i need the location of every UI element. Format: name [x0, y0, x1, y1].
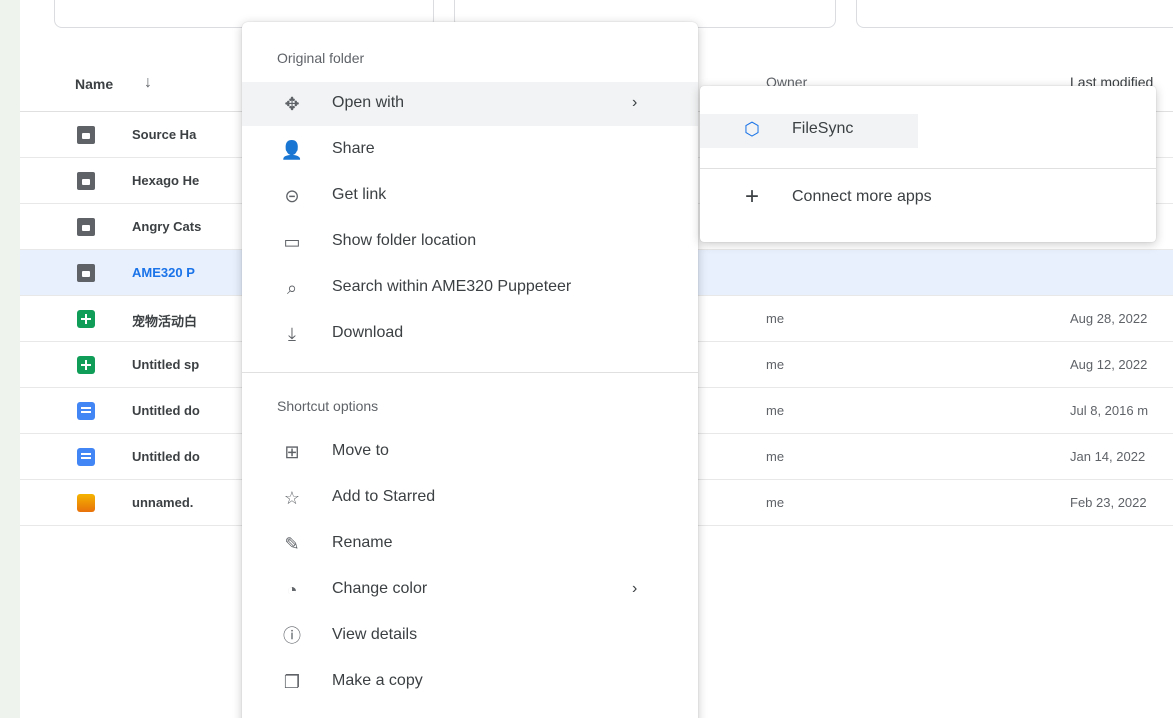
rename-icon: ✎ — [284, 534, 300, 554]
file-name: Untitled sp — [132, 357, 200, 372]
file-owner: me — [766, 357, 785, 372]
menu-item-open-with[interactable]: ✥ Open with › — [242, 82, 698, 126]
docs-icon — [77, 402, 95, 420]
drive-file-list-page: Name ↓ Owner Last modified Source Ha2022… — [20, 0, 1173, 718]
file-owner: me — [766, 495, 785, 510]
share-icon: 👤 — [280, 140, 304, 160]
link-icon: ⊝ — [284, 186, 300, 206]
star-icon: ☆ — [283, 488, 301, 508]
image-icon — [77, 494, 95, 512]
menu-item-add-to-starred[interactable]: ☆ Add to Starred — [242, 476, 698, 520]
plus-icon: + — [744, 183, 759, 210]
menu-item-label: View details — [332, 626, 418, 643]
copy-icon: ❐ — [283, 672, 301, 692]
open-with-icon: ✥ — [284, 94, 300, 114]
palette-icon: ◔ — [286, 580, 298, 600]
sort-arrow-down-icon[interactable]: ↓ — [144, 74, 152, 92]
filesync-icon: ⬡ — [744, 119, 760, 139]
sheets-icon — [77, 356, 95, 374]
submenu-item-label: FileSync — [792, 120, 854, 137]
folder-icon: ▭ — [283, 232, 301, 252]
menu-item-label: Make a copy — [332, 672, 423, 689]
file-name: Untitled do — [132, 403, 200, 418]
file-name: 宠物活动白 — [132, 314, 198, 329]
submenu-divider — [700, 168, 1156, 169]
menu-item-get-link[interactable]: ⊝ Get link — [242, 174, 698, 218]
file-date: Jul 8, 2016 m — [1070, 403, 1149, 418]
submenu-item-label: Connect more apps — [792, 188, 932, 205]
menu-item-label: Add to Starred — [332, 488, 436, 505]
context-menu: Original folder ✥ Open with › 👤 Share ⊝ Get li… — [242, 22, 698, 718]
menu-item-change-color[interactable]: ◔ Change color › — [242, 568, 698, 612]
menu-item-view-details[interactable]: ⓘ View details — [242, 614, 698, 658]
menu-item-label: Download — [332, 324, 404, 341]
file-name: Hexago He — [132, 173, 200, 188]
menu-item-label: Get link — [332, 186, 387, 203]
move-to-icon: ⊞ — [284, 442, 300, 462]
menu-item-rename[interactable]: ✎ Rename — [242, 522, 698, 566]
menu-item-show-folder-location[interactable]: ▭ Show folder location — [242, 220, 698, 264]
top-card[interactable] — [856, 0, 1173, 28]
menu-item-search-within-ame320-puppeteer[interactable]: ⌕ Search within AME320 Puppeteer — [242, 266, 698, 310]
file-name: Source Ha — [132, 127, 197, 142]
file-date: Feb 23, 2022 — [1070, 495, 1147, 510]
info-icon: ⓘ — [283, 626, 301, 646]
left-background-strip — [0, 0, 20, 718]
menu-item-label: Share — [332, 140, 375, 157]
menu-item-move-to[interactable]: ⊞ Move to — [242, 430, 698, 474]
file-owner: me — [766, 449, 785, 464]
submenu-item-filesync[interactable]: ⬡ FileSync — [700, 106, 1156, 152]
search-icon: ⌕ — [286, 278, 298, 298]
shared-folder-icon — [77, 126, 95, 144]
menu-section-original-folder: Original folder — [277, 50, 365, 66]
chevron-right-icon: › — [632, 94, 638, 111]
menu-item-label: Move to — [332, 442, 389, 459]
menu-item-download[interactable]: ⤓ Download — [242, 312, 698, 356]
open-with-submenu: ⬡ FileSync + Connect more apps — [700, 86, 1156, 242]
file-date: Aug 28, 2022 — [1070, 311, 1148, 326]
file-date: Aug 12, 2022 — [1070, 357, 1148, 372]
file-owner: me — [766, 403, 785, 418]
docs-icon — [77, 448, 95, 466]
shared-folder-icon — [77, 218, 95, 236]
file-name: AME320 P — [132, 265, 195, 280]
file-name: unnamed. — [132, 495, 194, 510]
submenu-item-connect-more-apps[interactable]: + Connect more apps — [700, 174, 1156, 220]
column-header-name[interactable]: Name — [75, 76, 113, 92]
menu-item-make-a-copy[interactable]: ❐ Make a copy — [242, 660, 698, 704]
shortcut-folder-icon — [77, 264, 95, 282]
file-name: Angry Cats — [132, 219, 202, 234]
menu-section-shortcut-options: Shortcut options — [277, 398, 379, 414]
menu-item-label: Search within AME320 Puppeteer — [332, 278, 572, 295]
menu-item-label: Change color — [332, 580, 428, 597]
file-date: Jan 14, 2022 — [1070, 449, 1146, 464]
shared-folder-icon — [77, 172, 95, 190]
menu-item-label: Show folder location — [332, 232, 477, 249]
file-name: Untitled do — [132, 449, 200, 464]
menu-divider — [242, 372, 698, 373]
menu-item-share[interactable]: 👤 Share — [242, 128, 698, 172]
download-icon: ⤓ — [288, 324, 296, 344]
menu-item-label: Open with — [332, 94, 405, 111]
file-owner: me — [766, 311, 785, 326]
chevron-right-icon: › — [632, 580, 638, 597]
menu-item-label: Rename — [332, 534, 393, 551]
sheets-icon — [77, 310, 95, 328]
